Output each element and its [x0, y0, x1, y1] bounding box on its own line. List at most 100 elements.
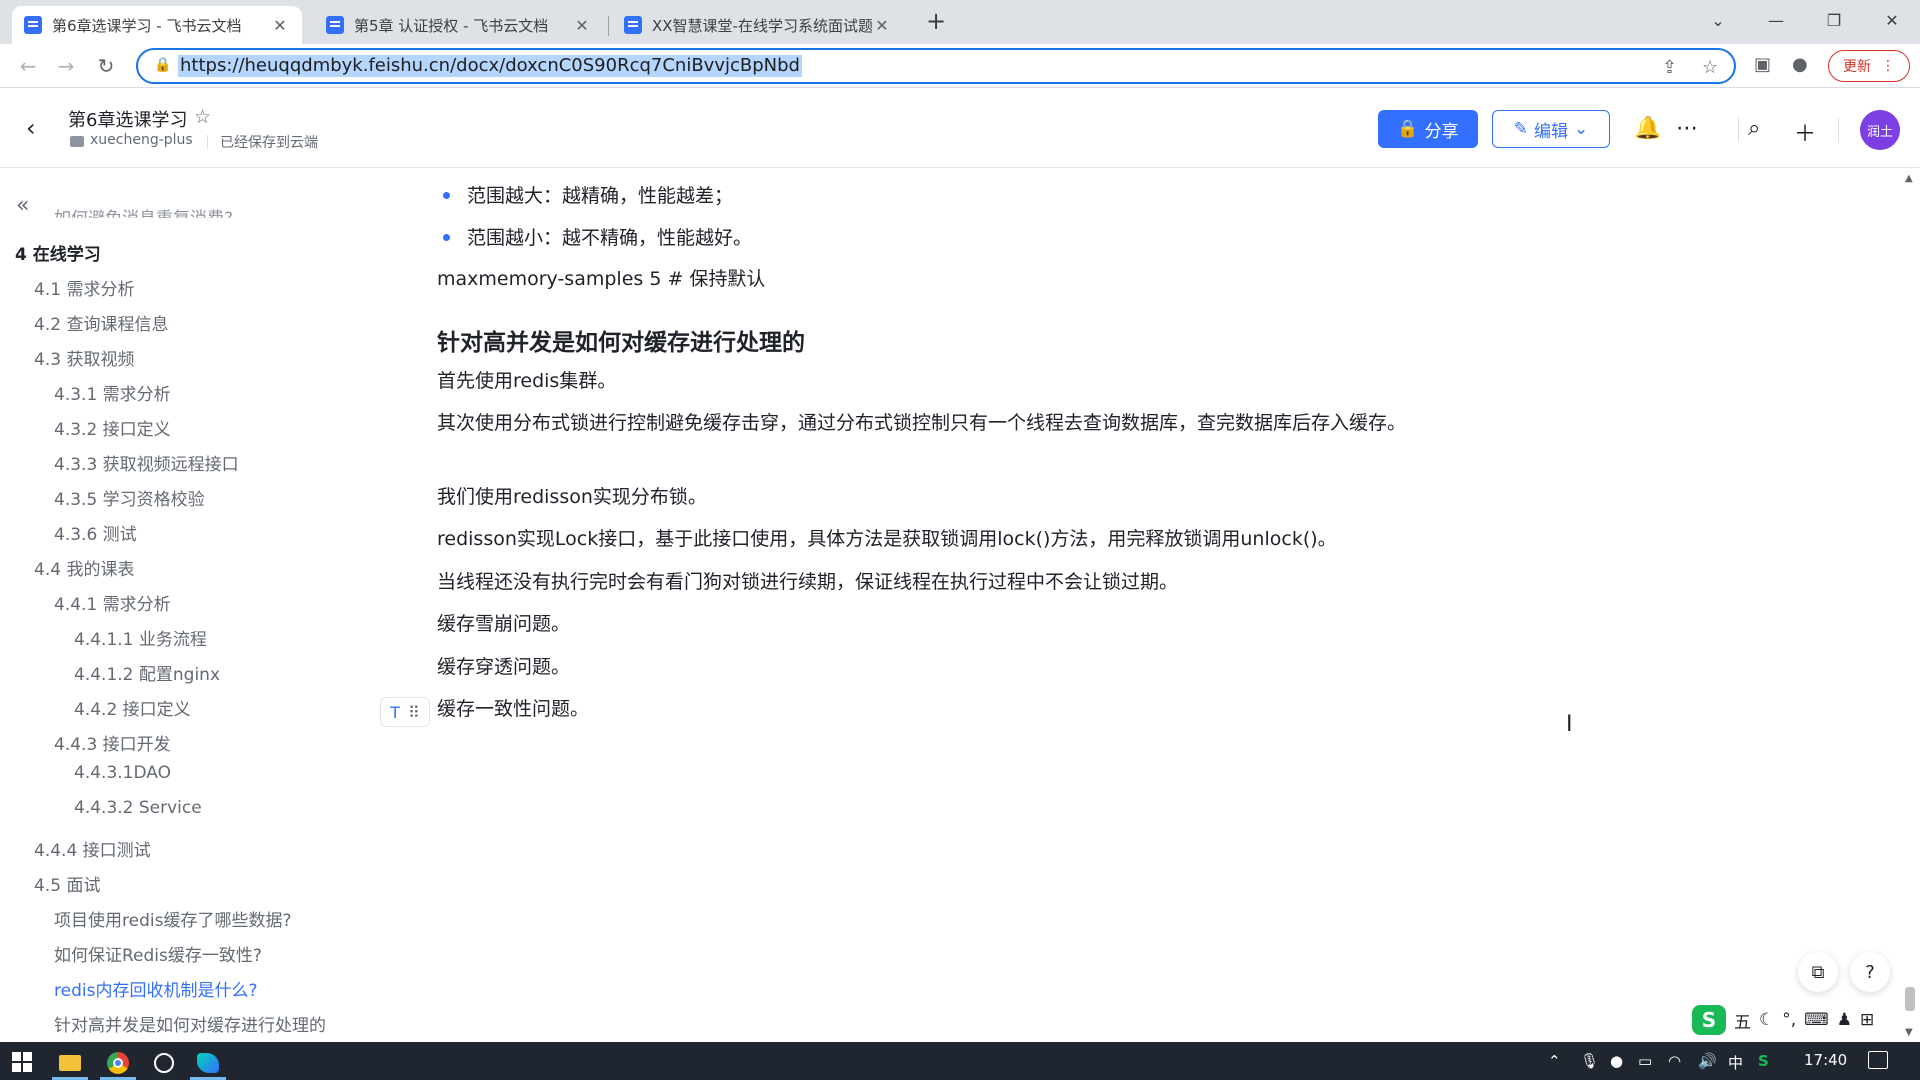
outline-item[interactable]: 4.4.4 接口测试	[34, 836, 151, 861]
windows-start-icon[interactable]	[12, 1052, 32, 1072]
outline-item[interactable]: 4.3 获取视频	[34, 345, 134, 370]
bullet-item[interactable]: 范围越大：越精确，性能越差；	[442, 181, 733, 208]
paragraph[interactable]: 我们使用redisson实现分布锁。	[437, 481, 1437, 513]
plus-icon[interactable]: ＋	[1794, 116, 1816, 148]
outline-item[interactable]: 如何避免消息重复消费?	[54, 204, 233, 218]
more-icon[interactable]: ⋯	[1676, 116, 1698, 141]
outline-item[interactable]: 4.5 面试	[34, 871, 100, 896]
outline-item[interactable]: 4.4.1 需求分析	[54, 590, 171, 615]
folder-name[interactable]: xuecheng-plus	[90, 132, 193, 148]
outline-item[interactable]: 4.1 需求分析	[34, 275, 134, 300]
moon-icon[interactable]: ☾	[1759, 1010, 1774, 1030]
keyboard-icon[interactable]: ⌨	[1804, 1010, 1829, 1030]
doc-content[interactable]: 范围越大：越精确，性能越差； 范围越小：越不精确，性能越好。 maxmemory…	[360, 169, 1900, 1042]
edit-mode-button[interactable]: ✎ 编辑 ⌄	[1492, 110, 1610, 148]
outline-item[interactable]: 4.3.5 学习资格校验	[54, 485, 205, 510]
update-button[interactable]: 更新 ⋮	[1828, 50, 1910, 82]
tab-current-doc[interactable]: 第6章选课学习 - 飞书云文档 ✕	[12, 6, 302, 44]
feishu-icon[interactable]	[186, 1046, 230, 1080]
bell-icon[interactable]: 🔔	[1634, 116, 1661, 141]
block-handle[interactable]: T ⠿	[380, 697, 430, 727]
outline-item[interactable]: 4.4 我的课表	[34, 555, 134, 580]
tab-auth-doc[interactable]: 第5章 认证授权 - 飞书云文档 ✕	[314, 6, 604, 44]
paragraph[interactable]: 当线程还没有执行完时会有看门狗对锁进行续期，保证线程在执行过程中不会让锁过期。	[437, 566, 1437, 598]
tray-app-icon[interactable]: ●	[1610, 1052, 1623, 1070]
text-type-icon[interactable]: T	[390, 703, 400, 722]
share-button[interactable]: 🔒 分享	[1378, 110, 1478, 148]
side-panel-icon[interactable]: ▣	[1754, 54, 1771, 75]
back-chevron-icon[interactable]: ‹	[26, 114, 36, 142]
chrome-icon[interactable]	[96, 1046, 140, 1080]
avatar[interactable]: 润土	[1860, 110, 1900, 150]
outline-item[interactable]: 4.2 查询课程信息	[34, 310, 168, 335]
outline-item[interactable]: 4.3.6 测试	[54, 520, 137, 545]
collapse-double-chevron-icon[interactable]: «	[16, 193, 29, 218]
paragraph[interactable]: 缓存穿透问题。	[437, 651, 1437, 683]
back-arrow-icon[interactable]: ←	[14, 52, 42, 80]
outline-item[interactable]: 4.3.3 获取视频远程接口	[54, 450, 239, 475]
doc-helper-icon[interactable]: ⧉	[1798, 952, 1838, 992]
scroll-up-icon[interactable]: ▲	[1905, 173, 1913, 184]
outline-item[interactable]: 4.4.1.2 配置nginx	[74, 660, 220, 685]
paragraph[interactable]: redisson实现Lock接口，基于此接口使用，具体方法是获取锁调用lock(…	[437, 523, 1437, 555]
tray-expand-icon[interactable]: ⌃	[1548, 1052, 1561, 1070]
minimize-icon[interactable]: —	[1748, 0, 1804, 40]
drag-handle-icon[interactable]: ⠿	[408, 703, 420, 722]
scroll-thumb[interactable]	[1905, 987, 1915, 1011]
close-icon[interactable]: ✕	[572, 16, 592, 35]
scroll-down-icon[interactable]: ▼	[1905, 1027, 1913, 1038]
sogou-tray-icon[interactable]: S	[1758, 1052, 1769, 1070]
wifi-icon[interactable]: ◠	[1668, 1052, 1681, 1070]
outline-item[interactable]: 4.3.1 需求分析	[54, 380, 171, 405]
tab-interview-doc[interactable]: XX智慧课堂-在线学习系统面试题 ✕	[612, 6, 904, 44]
outline-item[interactable]: 4.3.2 接口定义	[54, 415, 171, 440]
doc-title[interactable]: 第6章选课学习	[68, 106, 187, 132]
close-icon[interactable]: ✕	[270, 16, 290, 35]
paragraph[interactable]: 缓存一致性问题。	[437, 693, 1437, 725]
tab-search-chevron-icon[interactable]: ⌄	[1690, 0, 1746, 40]
outline-item[interactable]: redis内存回收机制是什么?	[54, 976, 257, 1001]
taskbar-clock[interactable]: 17:40	[1804, 1051, 1847, 1069]
close-icon[interactable]: ✕	[872, 16, 892, 35]
notification-icon[interactable]	[1868, 1051, 1888, 1069]
app-circle-icon[interactable]	[142, 1046, 186, 1080]
url-text[interactable]: https://heuqqdmbyk.feishu.cn/docx/doxcnC…	[178, 55, 802, 77]
grid-icon[interactable]: ⊞	[1860, 1010, 1874, 1030]
outline-item[interactable]: 4 在线学习	[15, 240, 101, 265]
scrollbar[interactable]: ▲ ▼	[1900, 169, 1920, 1042]
bullet-item[interactable]: 范围越小：越不精确，性能越好。	[442, 223, 752, 250]
outline-item[interactable]: 4.4.3 接口开发	[54, 730, 171, 755]
paragraph[interactable]: 首先使用redis集群。	[437, 365, 1437, 397]
new-tab-button[interactable]: +	[922, 8, 950, 36]
outline-item[interactable]: 项目使用redis缓存了哪些数据?	[54, 906, 291, 931]
outline-item[interactable]: 4.4.3.1DAO	[74, 763, 171, 783]
ime-language[interactable]: 中	[1728, 1052, 1743, 1073]
outline-item[interactable]: 针对高并发是如何对缓存进行处理的	[54, 1011, 326, 1036]
reload-icon[interactable]: ↻	[92, 52, 120, 80]
paragraph[interactable]: 其次使用分布式锁进行控制避免缓存击穿，通过分布式锁控制只有一个线程去查询数据库，…	[437, 407, 1437, 439]
user-icon[interactable]: ♟	[1837, 1010, 1852, 1030]
restore-icon[interactable]: ❐	[1806, 0, 1862, 40]
profile-icon[interactable]: ●	[1792, 54, 1808, 75]
bookmark-star-icon[interactable]: ☆	[1702, 57, 1718, 78]
file-explorer-icon[interactable]	[48, 1046, 92, 1080]
battery-icon[interactable]: ▭	[1638, 1052, 1652, 1070]
microphone-icon[interactable]: 🎙	[1580, 1052, 1599, 1070]
forward-arrow-icon[interactable]: →	[52, 52, 80, 80]
window-close-icon[interactable]: ✕	[1864, 0, 1920, 40]
section-heading[interactable]: 针对高并发是如何对缓存进行处理的	[437, 323, 805, 357]
ime-toolbar[interactable]: S 五 ☾ °, ⌨ ♟ ⊞	[1692, 1002, 1892, 1038]
sogou-ime-icon[interactable]: S	[1692, 1005, 1726, 1035]
outline-item[interactable]: 如何保证Redis缓存一致性?	[54, 941, 262, 966]
address-bar[interactable]: 🔒 https://heuqqdmbyk.feishu.cn/docx/doxc…	[136, 48, 1736, 84]
code-line[interactable]: maxmemory-samples 5 # 保持默认	[437, 263, 1437, 295]
favorite-star-icon[interactable]: ☆	[194, 106, 211, 128]
outline-item[interactable]: 4.4.1.1 业务流程	[74, 625, 207, 650]
share-page-icon[interactable]: ⇪	[1662, 57, 1677, 78]
search-icon[interactable]: ⌕	[1748, 116, 1760, 141]
outline-item[interactable]: 4.4.3.2 Service	[74, 798, 202, 818]
outline-item[interactable]: 4.4.2 接口定义	[74, 695, 191, 720]
punctuation-icon[interactable]: °,	[1782, 1010, 1796, 1030]
volume-icon[interactable]: 🔊	[1698, 1052, 1717, 1070]
help-icon[interactable]: ?	[1850, 952, 1890, 992]
